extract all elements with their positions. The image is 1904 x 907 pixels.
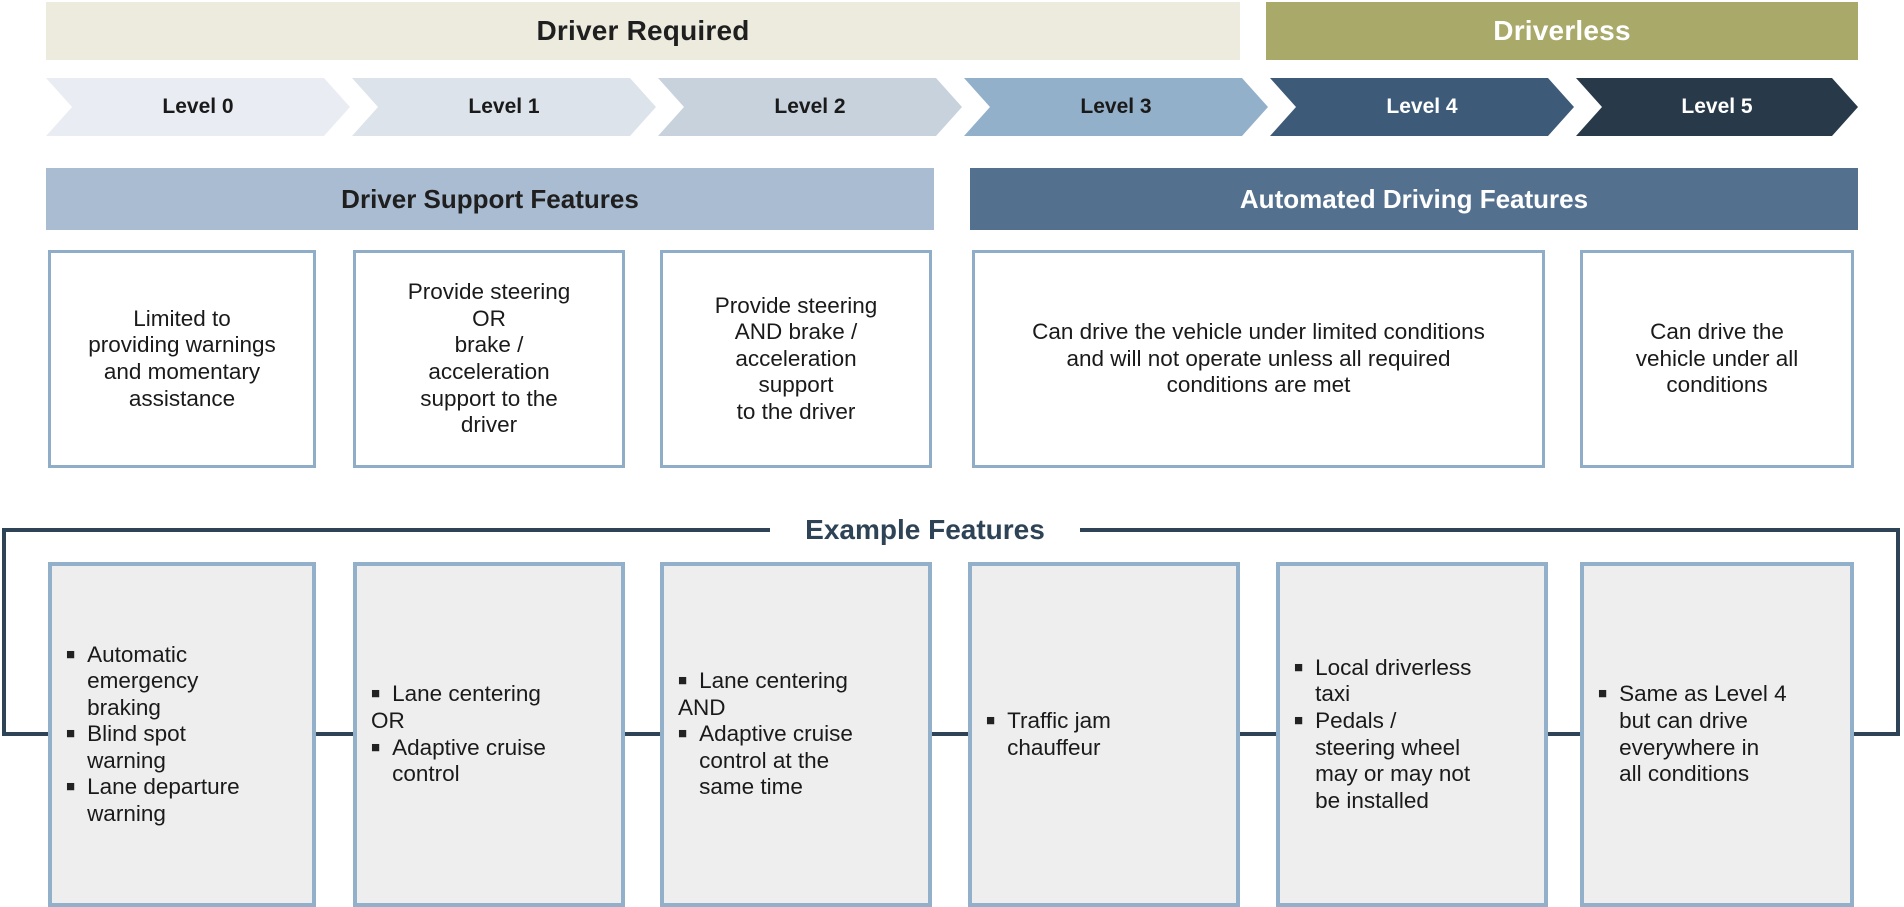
level-chevron-row: Level 0 Level 1 Level 2 Level 3 Level 4 Level…	[0, 78, 1904, 136]
list-item: ■ Same as Level 4 but can drive everywher…	[1598, 681, 1840, 787]
example-feature-text: Adaptive cruise control at the same time	[699, 721, 853, 800]
example-feature-text: Automatic emergency braking	[87, 641, 199, 720]
level-chevron-label: Level 5	[1681, 95, 1753, 118]
banner-driverless: Driverless	[1266, 2, 1858, 60]
banner-driver-required: Driver Required	[46, 2, 1240, 60]
square-bullet-icon: ■	[1294, 658, 1304, 676]
example-feature-text: Pedals / steering wheel may or may not b…	[1315, 707, 1471, 813]
example-features-title: Example Features	[770, 507, 1080, 553]
level-description-card-0: Limited to providing warnings and moment…	[48, 250, 316, 468]
example-feature-list: ■ Lane centering OR ■ Adaptive cruise contro…	[371, 681, 611, 787]
example-feature-text: Local driverless taxi	[1315, 654, 1472, 707]
square-bullet-icon: ■	[66, 725, 76, 743]
example-feature-list: ■ Same as Level 4 but can drive everywher…	[1598, 681, 1840, 787]
feature-group-row: Driver Support Features Automated Drivin…	[0, 168, 1904, 230]
example-feature-connector: AND	[678, 694, 726, 720]
coverage-banner-row: Driver Required Driverless	[0, 0, 1904, 62]
level-chevron-label: Level 3	[1080, 95, 1152, 118]
square-bullet-icon: ■	[678, 672, 688, 690]
level-description-card-1: Provide steering OR brake / acceleration…	[353, 250, 625, 468]
example-feature-list: ■ Automatic emergency braking ■ Blind spot …	[66, 642, 302, 828]
list-item: ■ Automatic emergency braking	[66, 642, 302, 722]
square-bullet-icon: ■	[678, 725, 688, 743]
example-feature-card-1: ■ Lane centering OR ■ Adaptive cruise contro…	[353, 562, 625, 907]
level-description-card-3: Can drive the vehicle under limited cond…	[972, 250, 1545, 468]
example-feature-text: Lane centering	[392, 681, 541, 707]
list-item: ■ Adaptive cruise control at the same tim…	[678, 721, 918, 801]
example-features-row: ■ Automatic emergency braking ■ Blind spot …	[0, 562, 1904, 907]
example-feature-card-4: ■ Local driverless taxi ■ Pedals / steering…	[1276, 562, 1548, 907]
group-bar-driver-support: Driver Support Features	[46, 168, 934, 230]
example-feature-connector: OR	[371, 707, 405, 733]
level-chevron-label: Level 4	[1386, 95, 1458, 118]
list-item: ■ Pedals / steering wheel may or may not …	[1294, 708, 1534, 814]
list-item: ■ Blind spot warning	[66, 721, 302, 774]
level-chevron-3[interactable]: Level 3	[964, 78, 1268, 136]
example-feature-card-0: ■ Automatic emergency braking ■ Blind spot …	[48, 562, 316, 907]
list-item: AND	[678, 695, 918, 722]
square-bullet-icon: ■	[66, 645, 76, 663]
example-feature-list: ■ Local driverless taxi ■ Pedals / steering…	[1294, 655, 1534, 814]
level-description-row: Limited to providing warnings and moment…	[0, 250, 1904, 470]
list-item: ■ Lane departure warning	[66, 774, 302, 827]
list-item: OR	[371, 708, 611, 735]
level-chevron-1[interactable]: Level 1	[352, 78, 656, 136]
level-description-text: Can drive the vehicle under limited cond…	[1032, 319, 1485, 398]
example-feature-list: ■ Lane centering AND ■ Adaptive cruise contr…	[678, 668, 918, 801]
example-feature-text: Same as Level 4 but can drive everywhere…	[1619, 681, 1787, 787]
example-feature-card-3: ■ Traffic jam chauffeur	[968, 562, 1240, 907]
example-feature-text: Blind spot warning	[87, 721, 186, 773]
level-description-text: Provide steering AND brake / acceleratio…	[714, 292, 878, 424]
square-bullet-icon: ■	[66, 778, 76, 796]
level-chevron-2[interactable]: Level 2	[658, 78, 962, 136]
example-feature-text: Lane departure warning	[87, 774, 240, 826]
level-chevron-4[interactable]: Level 4	[1270, 78, 1574, 136]
list-item: ■ Local driverless taxi	[1294, 655, 1534, 708]
square-bullet-icon: ■	[371, 685, 381, 703]
level-chevron-label: Level 1	[468, 95, 540, 118]
level-description-card-4: Can drive the vehicle under all conditio…	[1580, 250, 1854, 468]
level-chevron-0[interactable]: Level 0	[46, 78, 350, 136]
level-description-card-2: Provide steering AND brake / acceleratio…	[660, 250, 932, 468]
level-description-text: Limited to providing warnings and moment…	[88, 305, 276, 411]
level-chevron-5[interactable]: Level 5	[1576, 78, 1858, 136]
example-feature-card-2: ■ Lane centering AND ■ Adaptive cruise contr…	[660, 562, 932, 907]
square-bullet-icon: ■	[371, 738, 381, 756]
level-chevron-label: Level 2	[774, 95, 846, 118]
level-chevron-label: Level 0	[162, 95, 234, 118]
example-feature-text: Adaptive cruise control	[392, 734, 546, 787]
example-feature-list: ■ Traffic jam chauffeur	[986, 708, 1226, 761]
list-item: ■ Lane centering	[371, 681, 611, 708]
square-bullet-icon: ■	[1294, 711, 1304, 729]
list-item: ■ Traffic jam chauffeur	[986, 708, 1226, 761]
list-item: ■ Lane centering	[678, 668, 918, 695]
square-bullet-icon: ■	[1598, 685, 1608, 703]
example-feature-card-5: ■ Same as Level 4 but can drive everywher…	[1580, 562, 1854, 907]
level-description-text: Provide steering OR brake / acceleration…	[407, 279, 571, 438]
group-bar-automated-driving: Automated Driving Features	[970, 168, 1858, 230]
list-item: ■ Adaptive cruise control	[371, 735, 611, 788]
square-bullet-icon: ■	[986, 711, 996, 729]
example-feature-text: Traffic jam chauffeur	[1007, 707, 1111, 760]
example-feature-text: Lane centering	[699, 668, 848, 694]
level-description-text: Can drive the vehicle under all conditio…	[1635, 319, 1799, 398]
